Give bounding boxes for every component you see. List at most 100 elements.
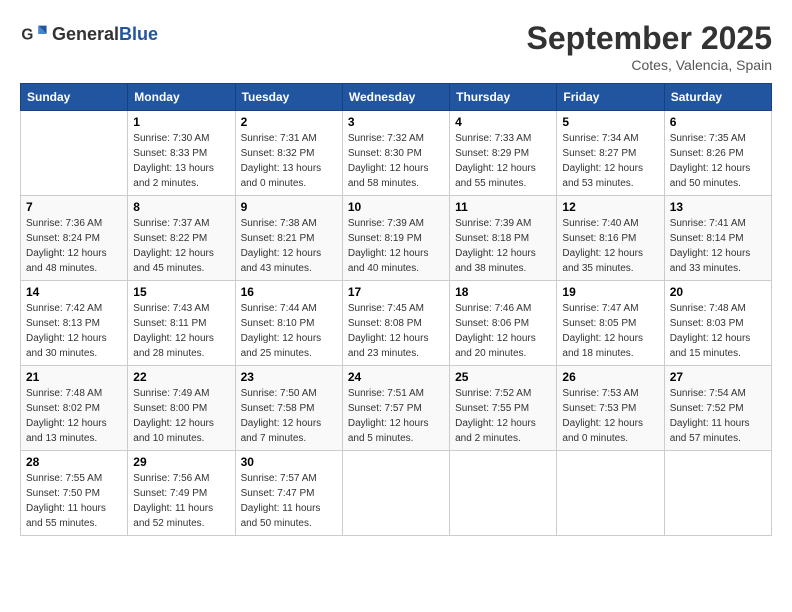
day-info: Sunrise: 7:55 AM Sunset: 7:50 PM Dayligh… [26,471,122,531]
title-block: September 2025 Cotes, Valencia, Spain [527,20,772,73]
day-info: Sunrise: 7:52 AM Sunset: 7:55 PM Dayligh… [455,386,551,446]
day-cell [557,451,664,536]
day-number: 7 [26,200,122,214]
logo: G GeneralBlue [20,20,158,48]
day-info: Sunrise: 7:54 AM Sunset: 7:52 PM Dayligh… [670,386,766,446]
day-info: Sunrise: 7:51 AM Sunset: 7:57 PM Dayligh… [348,386,444,446]
day-info: Sunrise: 7:53 AM Sunset: 7:53 PM Dayligh… [562,386,658,446]
day-cell: 15Sunrise: 7:43 AM Sunset: 8:11 PM Dayli… [128,281,235,366]
day-cell: 7Sunrise: 7:36 AM Sunset: 8:24 PM Daylig… [21,196,128,281]
day-cell: 25 Sunrise: 7:52 AM Sunset: 7:55 PM Dayli… [450,366,557,451]
day-info: Sunrise: 7:47 AM Sunset: 8:05 PM Dayligh… [562,301,658,361]
day-info: Sunrise: 7:39 AM Sunset: 8:18 PM Dayligh… [455,216,551,276]
logo-blue: Blue [119,24,158,44]
day-info: Sunrise: 7:43 AM Sunset: 8:11 PM Dayligh… [133,301,229,361]
day-number: 22 [133,370,229,384]
day-cell [21,111,128,196]
day-info: Sunrise: 7:33 AM Sunset: 8:29 PM Dayligh… [455,131,551,191]
day-cell: 12Sunrise: 7:40 AM Sunset: 8:16 PM Dayli… [557,196,664,281]
day-number: 12 [562,200,658,214]
header-sunday: Sunday [21,84,128,111]
day-info: Sunrise: 7:42 AM Sunset: 8:13 PM Dayligh… [26,301,122,361]
day-number: 4 [455,115,551,129]
day-cell: 1 Sunrise: 7:30 AM Sunset: 8:33 PM Daylig… [128,111,235,196]
generalblue-logo-icon: G [20,20,48,48]
day-number: 19 [562,285,658,299]
calendar-header: SundayMondayTuesdayWednesdayThursdayFrid… [21,84,772,111]
day-cell: 17 Sunrise: 7:45 AM Sunset: 8:08 PM Dayli… [342,281,449,366]
week-row-2: 7Sunrise: 7:36 AM Sunset: 8:24 PM Daylig… [21,196,772,281]
day-cell: 27 Sunrise: 7:54 AM Sunset: 7:52 PM Dayli… [664,366,771,451]
day-cell: 29Sunrise: 7:56 AM Sunset: 7:49 PM Dayli… [128,451,235,536]
day-number: 20 [670,285,766,299]
day-number: 29 [133,455,229,469]
week-row-5: 28 Sunrise: 7:55 AM Sunset: 7:50 PM Dayli… [21,451,772,536]
header-tuesday: Tuesday [235,84,342,111]
day-info: Sunrise: 7:41 AM Sunset: 8:14 PM Dayligh… [670,216,766,276]
day-number: 27 [670,370,766,384]
day-number: 2 [241,115,337,129]
day-number: 11 [455,200,551,214]
day-cell: 9 Sunrise: 7:38 AM Sunset: 8:21 PM Daylig… [235,196,342,281]
svg-text:G: G [21,27,33,44]
header-saturday: Saturday [664,84,771,111]
day-number: 14 [26,285,122,299]
day-info: Sunrise: 7:35 AM Sunset: 8:26 PM Dayligh… [670,131,766,191]
day-info: Sunrise: 7:39 AM Sunset: 8:19 PM Dayligh… [348,216,444,276]
day-number: 3 [348,115,444,129]
day-cell [450,451,557,536]
week-row-3: 14 Sunrise: 7:42 AM Sunset: 8:13 PM Dayli… [21,281,772,366]
day-info: Sunrise: 7:46 AM Sunset: 8:06 PM Dayligh… [455,301,551,361]
day-info: Sunrise: 7:49 AM Sunset: 8:00 PM Dayligh… [133,386,229,446]
day-number: 26 [562,370,658,384]
day-info: Sunrise: 7:45 AM Sunset: 8:08 PM Dayligh… [348,301,444,361]
header-thursday: Thursday [450,84,557,111]
day-info: Sunrise: 7:50 AM Sunset: 7:58 PM Dayligh… [241,386,337,446]
header-monday: Monday [128,84,235,111]
day-number: 25 [455,370,551,384]
day-cell: 5 Sunrise: 7:34 AM Sunset: 8:27 PM Daylig… [557,111,664,196]
day-number: 30 [241,455,337,469]
day-cell: 24Sunrise: 7:51 AM Sunset: 7:57 PM Dayli… [342,366,449,451]
header-friday: Friday [557,84,664,111]
day-info: Sunrise: 7:38 AM Sunset: 8:21 PM Dayligh… [241,216,337,276]
week-row-4: 21 Sunrise: 7:48 AM Sunset: 8:02 PM Dayli… [21,366,772,451]
day-info: Sunrise: 7:57 AM Sunset: 7:47 PM Dayligh… [241,471,337,531]
location: Cotes, Valencia, Spain [527,57,772,73]
day-number: 23 [241,370,337,384]
day-info: Sunrise: 7:48 AM Sunset: 8:03 PM Dayligh… [670,301,766,361]
day-cell: 18Sunrise: 7:46 AM Sunset: 8:06 PM Dayli… [450,281,557,366]
day-number: 1 [133,115,229,129]
day-cell: 28 Sunrise: 7:55 AM Sunset: 7:50 PM Dayli… [21,451,128,536]
day-info: Sunrise: 7:44 AM Sunset: 8:10 PM Dayligh… [241,301,337,361]
day-number: 17 [348,285,444,299]
day-info: Sunrise: 7:32 AM Sunset: 8:30 PM Dayligh… [348,131,444,191]
day-cell: 14 Sunrise: 7:42 AM Sunset: 8:13 PM Dayli… [21,281,128,366]
day-cell: 23 Sunrise: 7:50 AM Sunset: 7:58 PM Dayli… [235,366,342,451]
header-wednesday: Wednesday [342,84,449,111]
day-number: 28 [26,455,122,469]
day-info: Sunrise: 7:30 AM Sunset: 8:33 PM Dayligh… [133,131,229,191]
day-cell: 13Sunrise: 7:41 AM Sunset: 8:14 PM Dayli… [664,196,771,281]
day-number: 6 [670,115,766,129]
day-number: 16 [241,285,337,299]
day-cell: 26 Sunrise: 7:53 AM Sunset: 7:53 PM Dayli… [557,366,664,451]
logo-general: General [52,24,119,44]
day-info: Sunrise: 7:31 AM Sunset: 8:32 PM Dayligh… [241,131,337,191]
day-cell: 22 Sunrise: 7:49 AM Sunset: 8:00 PM Dayli… [128,366,235,451]
day-info: Sunrise: 7:48 AM Sunset: 8:02 PM Dayligh… [26,386,122,446]
day-number: 10 [348,200,444,214]
day-cell: 8Sunrise: 7:37 AM Sunset: 8:22 PM Daylig… [128,196,235,281]
day-cell: 3 Sunrise: 7:32 AM Sunset: 8:30 PM Daylig… [342,111,449,196]
day-cell: 21 Sunrise: 7:48 AM Sunset: 8:02 PM Dayli… [21,366,128,451]
day-number: 5 [562,115,658,129]
day-number: 9 [241,200,337,214]
day-number: 21 [26,370,122,384]
day-cell: 19 Sunrise: 7:47 AM Sunset: 8:05 PM Dayli… [557,281,664,366]
day-cell: 10 Sunrise: 7:39 AM Sunset: 8:19 PM Dayli… [342,196,449,281]
day-info: Sunrise: 7:34 AM Sunset: 8:27 PM Dayligh… [562,131,658,191]
day-cell: 30 Sunrise: 7:57 AM Sunset: 7:47 PM Dayli… [235,451,342,536]
page-header: G GeneralBlue September 2025 Cotes, Vale… [20,20,772,73]
day-number: 8 [133,200,229,214]
day-cell: 16 Sunrise: 7:44 AM Sunset: 8:10 PM Dayli… [235,281,342,366]
